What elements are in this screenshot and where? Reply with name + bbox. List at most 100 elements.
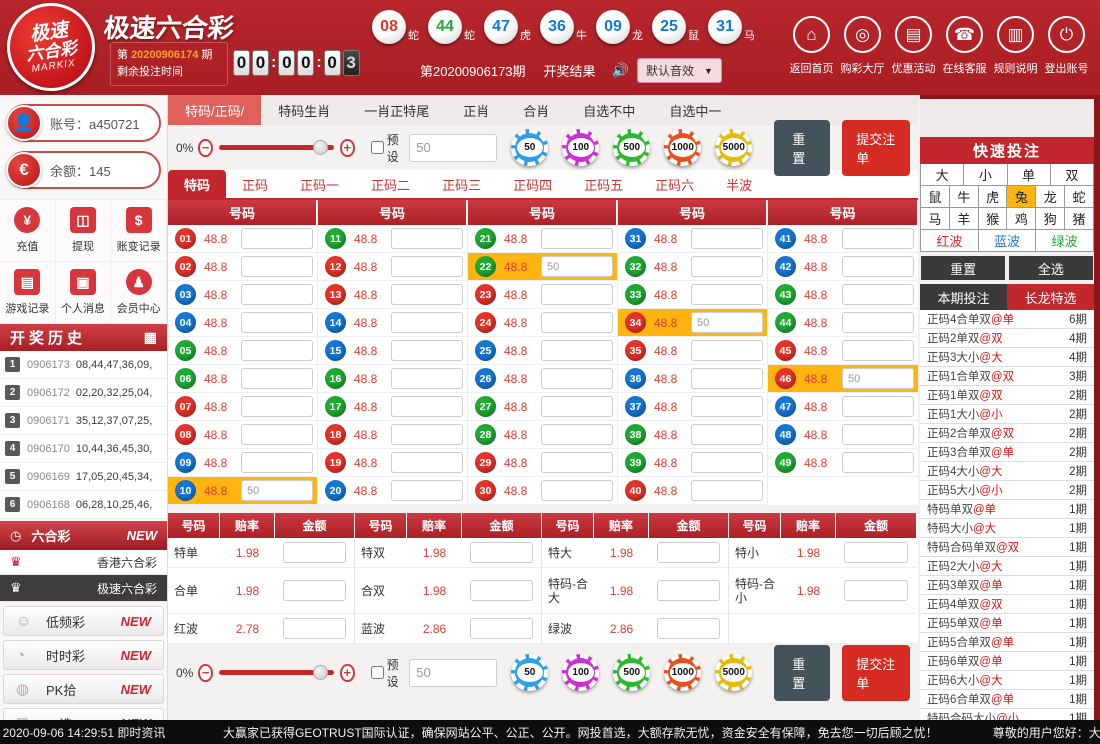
bet-amount-input[interactable] xyxy=(691,256,763,277)
number-ball[interactable]: 10 xyxy=(175,480,196,501)
quick-cell-蛇[interactable]: 蛇 xyxy=(1065,186,1094,208)
tab-特码生肖[interactable]: 特码生肖 xyxy=(261,95,347,125)
subtab-半波[interactable]: 半波 xyxy=(710,170,768,198)
trend-item[interactable]: 正码1合单双@双 3期 xyxy=(920,367,1094,386)
quick-cell-狗[interactable]: 狗 xyxy=(1036,208,1066,230)
bet-amount-input[interactable] xyxy=(241,368,313,389)
bet-amount-input[interactable] xyxy=(541,396,613,417)
quick-cell-兔[interactable]: 兔 xyxy=(1007,186,1037,208)
number-ball[interactable]: 09 xyxy=(175,452,196,473)
trend-item[interactable]: 正码6单双@单 1期 xyxy=(920,652,1094,671)
number-ball[interactable]: 18 xyxy=(325,424,346,445)
subtab-正码五[interactable]: 正码五 xyxy=(568,170,639,198)
history-row[interactable]: 2 0906172 02,20,32,25,04, xyxy=(0,379,167,407)
bet-amount-input[interactable] xyxy=(844,580,908,601)
number-ball[interactable]: 22 xyxy=(475,256,496,277)
panel-tab-长龙特选[interactable]: 长龙特选 xyxy=(1007,284,1094,310)
bet-amount-input[interactable] xyxy=(842,228,914,249)
quick-cell-虎[interactable]: 虎 xyxy=(978,186,1008,208)
wallet-item[interactable]: ▤ 游戏记录 xyxy=(0,262,56,324)
preset-checkbox-group[interactable]: 预设 xyxy=(370,656,402,690)
number-ball[interactable]: 35 xyxy=(625,340,646,361)
history-row[interactable]: 1 0906173 08,44,47,36,09, xyxy=(0,351,167,379)
quick-cell-双[interactable]: 双 xyxy=(1050,164,1094,186)
tab-合肖[interactable]: 合肖 xyxy=(506,95,566,125)
number-ball[interactable]: 04 xyxy=(175,312,196,333)
quick-cell-马[interactable]: 马 xyxy=(920,208,950,230)
number-ball[interactable]: 24 xyxy=(475,312,496,333)
bet-amount-input[interactable] xyxy=(691,424,763,445)
quick-cell-蓝波[interactable]: 蓝波 xyxy=(978,230,1037,252)
bet-amount-input[interactable] xyxy=(691,396,763,417)
subtab-正码四[interactable]: 正码四 xyxy=(497,170,568,198)
bet-slider[interactable] xyxy=(219,140,334,155)
bet-slider[interactable] xyxy=(219,665,334,680)
bet-amount-input[interactable] xyxy=(541,368,613,389)
bet-amount-input[interactable] xyxy=(283,618,346,639)
bet-amount-input[interactable] xyxy=(842,452,914,473)
menu-item-时时彩[interactable]: ◔ 时时彩 NEW xyxy=(3,640,164,670)
trend-item[interactable]: 正码6大小@大 1期 xyxy=(920,671,1094,690)
number-ball[interactable]: 40 xyxy=(625,480,646,501)
number-ball[interactable]: 41 xyxy=(775,228,796,249)
tab-正肖[interactable]: 正肖 xyxy=(446,95,506,125)
slider-plus-button[interactable]: + xyxy=(339,663,355,682)
bet-amount-input[interactable] xyxy=(470,580,533,601)
bet-amount-input[interactable] xyxy=(541,256,613,277)
number-ball[interactable]: 31 xyxy=(625,228,646,249)
preset-amount-input[interactable] xyxy=(409,658,498,687)
number-ball[interactable]: 42 xyxy=(775,256,796,277)
quick-cell-龙[interactable]: 龙 xyxy=(1036,186,1066,208)
bet-amount-input[interactable] xyxy=(283,580,346,601)
subtab-正码[interactable]: 正码 xyxy=(226,170,284,198)
number-ball[interactable]: 19 xyxy=(325,452,346,473)
chip-500[interactable]: 500 xyxy=(613,654,651,691)
wallet-item[interactable]: ▣ 个人消息 xyxy=(55,262,112,324)
menu-sub-极速六合彩[interactable]: ♛ 极速六合彩 xyxy=(0,575,167,602)
tab-自选不中[interactable]: 自选不中 xyxy=(566,95,652,125)
bet-amount-input[interactable] xyxy=(391,340,463,361)
number-ball[interactable]: 12 xyxy=(325,256,346,277)
menu-item-PK拾[interactable]: ◍ PK拾 NEW xyxy=(3,674,164,704)
bet-amount-input[interactable] xyxy=(541,424,613,445)
preset-checkbox[interactable] xyxy=(370,141,384,154)
number-ball[interactable]: 05 xyxy=(175,340,196,361)
number-ball[interactable]: 13 xyxy=(325,284,346,305)
number-ball[interactable]: 32 xyxy=(625,256,646,277)
quick-cell-羊[interactable]: 羊 xyxy=(949,208,979,230)
trend-item[interactable]: 特码合码单双@双 1期 xyxy=(920,538,1094,557)
submit-bet-button[interactable]: 提交注单 xyxy=(842,644,911,701)
number-ball[interactable]: 16 xyxy=(325,368,346,389)
quick-cell-大[interactable]: 大 xyxy=(920,164,965,186)
quick-cell-鼠[interactable]: 鼠 xyxy=(920,186,950,208)
bet-amount-input[interactable] xyxy=(391,452,463,473)
bet-amount-input[interactable] xyxy=(691,452,763,473)
bet-amount-input[interactable] xyxy=(391,480,463,501)
trend-item[interactable]: 正码1大小@小 2期 xyxy=(920,405,1094,424)
number-ball[interactable]: 25 xyxy=(475,340,496,361)
number-ball[interactable]: 14 xyxy=(325,312,346,333)
bet-amount-input[interactable] xyxy=(842,312,914,333)
trend-item[interactable]: 正码2单双@双 4期 xyxy=(920,329,1094,348)
menu-header-liuhecai[interactable]: ◷ 六合彩 NEW xyxy=(0,521,167,550)
sound-select[interactable]: 默认音效 ▼ xyxy=(636,58,722,83)
number-ball[interactable]: 06 xyxy=(175,368,196,389)
preset-checkbox-group[interactable]: 预设 xyxy=(370,131,402,165)
slider-plus-button[interactable]: + xyxy=(339,138,355,157)
reset-button[interactable]: 重置 xyxy=(774,644,831,701)
number-ball[interactable]: 07 xyxy=(175,396,196,417)
number-ball[interactable]: 33 xyxy=(625,284,646,305)
number-ball[interactable]: 30 xyxy=(475,480,496,501)
number-ball[interactable]: 23 xyxy=(475,284,496,305)
number-ball[interactable]: 29 xyxy=(475,452,496,473)
bet-amount-input[interactable] xyxy=(842,368,914,389)
trend-item[interactable]: 正码3合单双@单 2期 xyxy=(920,443,1094,462)
nav-item-规则说明[interactable]: ▥ 规则说明 xyxy=(990,16,1041,76)
bet-amount-input[interactable] xyxy=(842,340,914,361)
trend-item[interactable]: 正码2大小@大 1期 xyxy=(920,557,1094,576)
number-ball[interactable]: 11 xyxy=(325,228,346,249)
select-all-button[interactable]: 全选 xyxy=(1008,256,1093,280)
trend-item[interactable]: 特码单双@单 1期 xyxy=(920,500,1094,519)
trend-item[interactable]: 正码3单双@单 1期 xyxy=(920,576,1094,595)
trend-item[interactable]: 正码4合单双@单 6期 xyxy=(920,310,1094,329)
